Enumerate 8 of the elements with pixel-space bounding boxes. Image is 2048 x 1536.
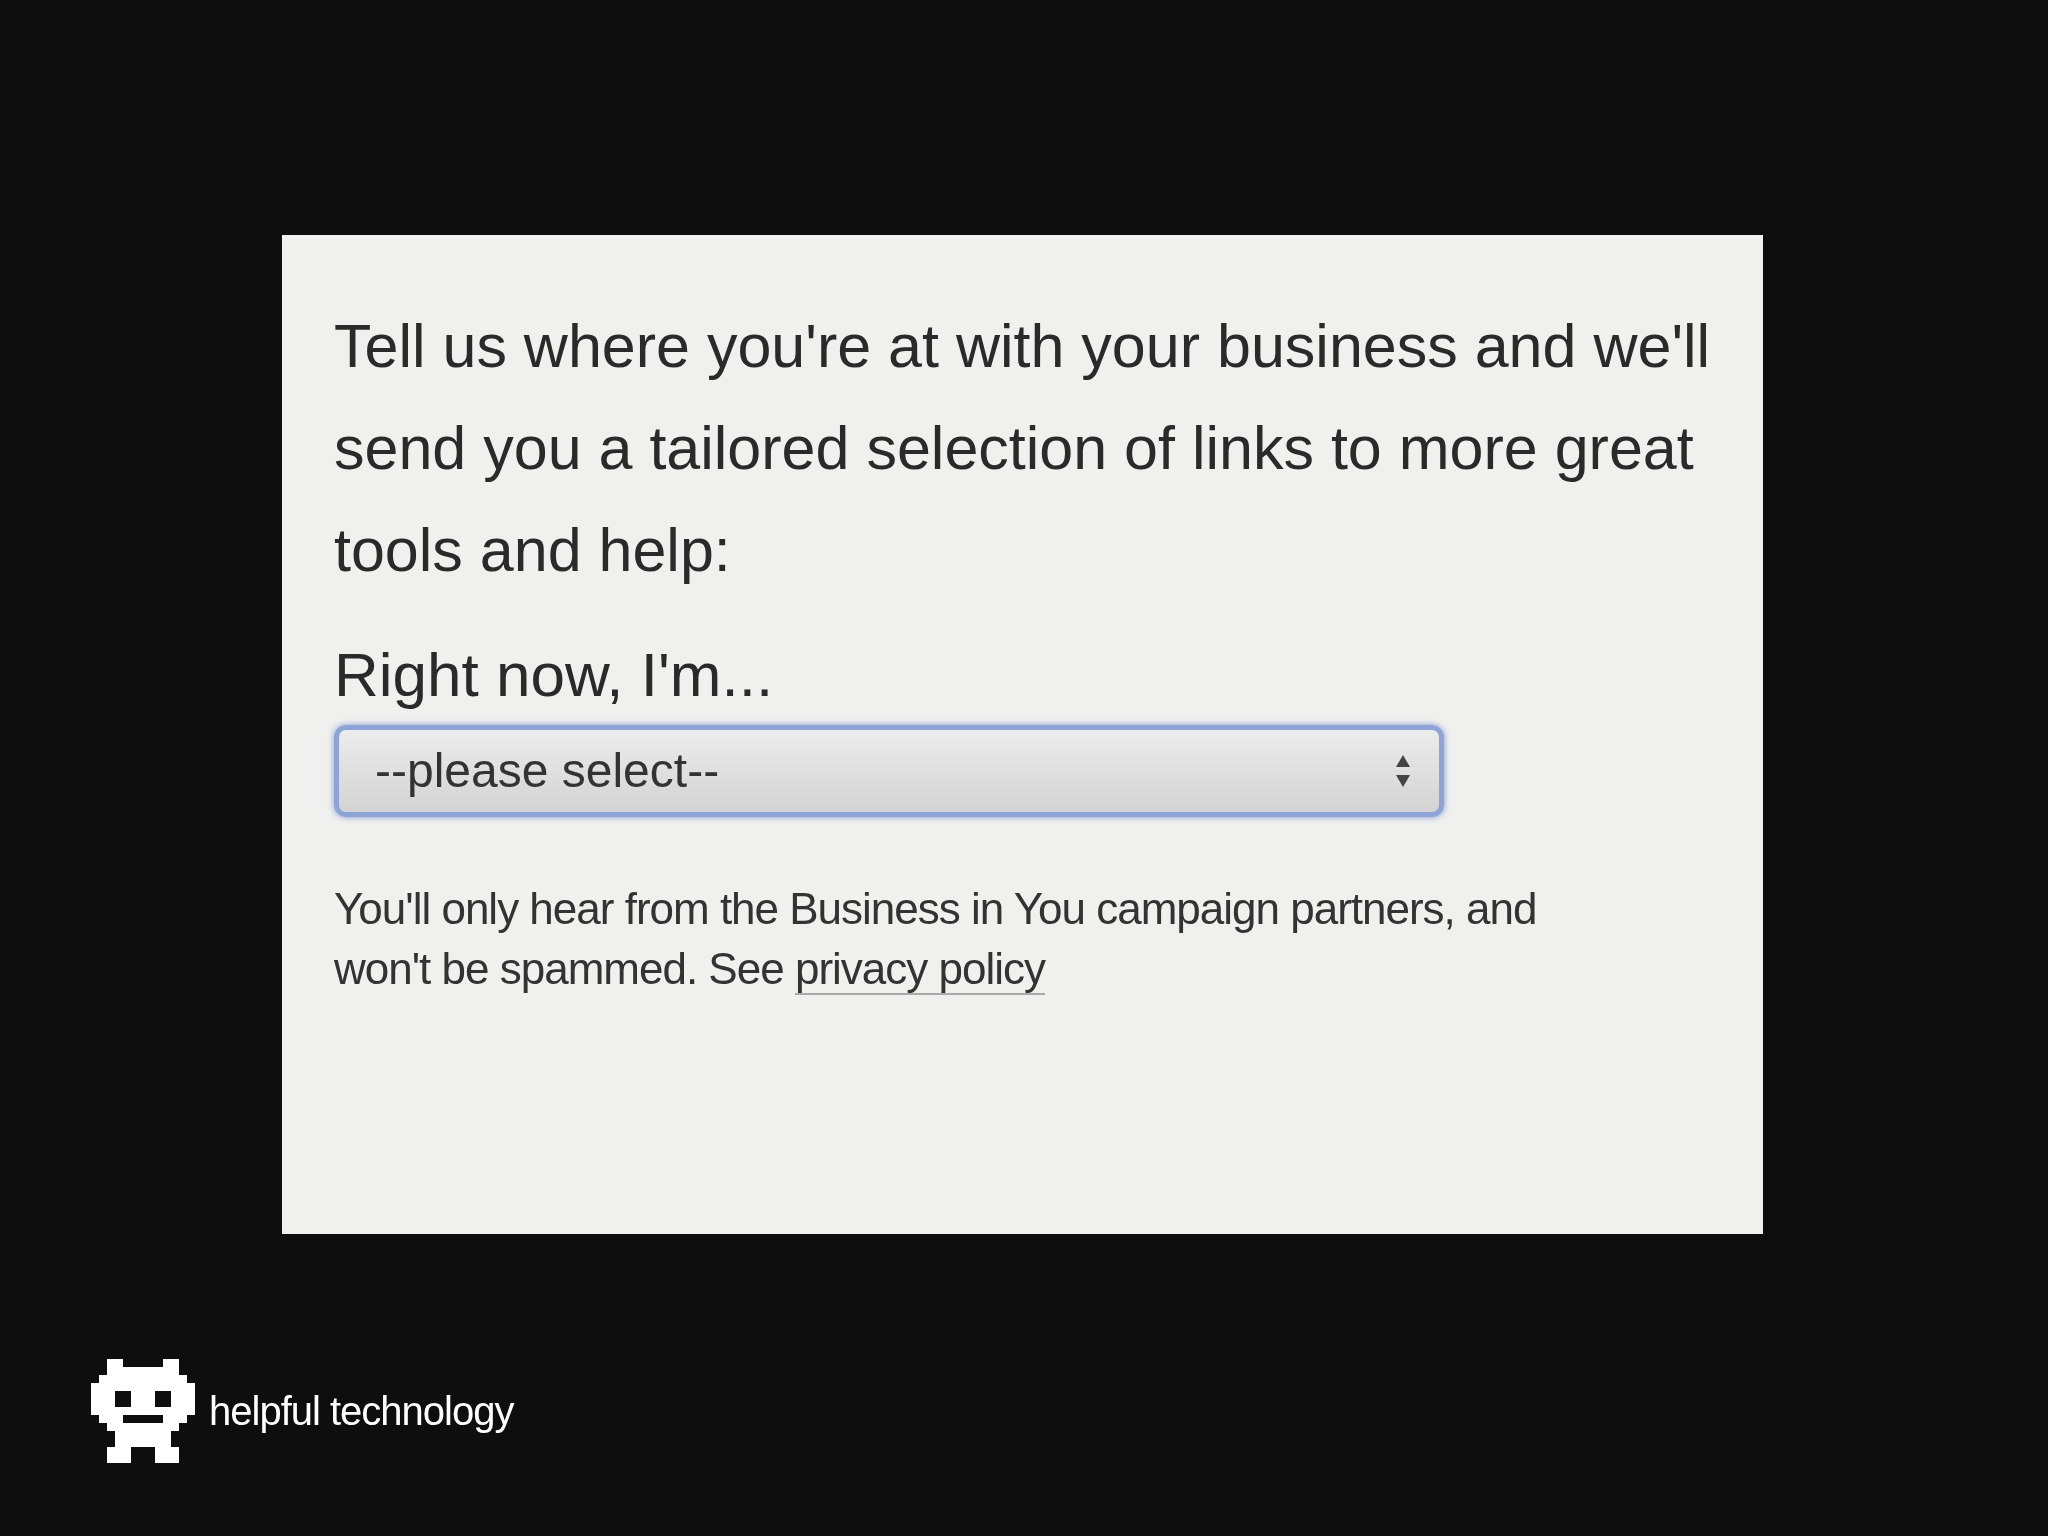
select-field[interactable]: --please select-- xyxy=(334,725,1444,817)
intro-text: Tell us where you're at with your business and we'll send you a tailored selection of links to more great tools and help: xyxy=(334,311,1712,586)
field-label: Right now, I'm... xyxy=(334,639,774,711)
robot-logo-icon xyxy=(91,1359,195,1463)
brand-name: helpful technology xyxy=(209,1388,514,1435)
privacy-policy-link[interactable]: privacy policy xyxy=(794,944,1045,995)
privacy-notice: You'll only hear from the Business in You campaign partners, and won't be spammed. See privacy policy xyxy=(334,883,1538,997)
updown-arrows-icon xyxy=(1395,753,1411,789)
